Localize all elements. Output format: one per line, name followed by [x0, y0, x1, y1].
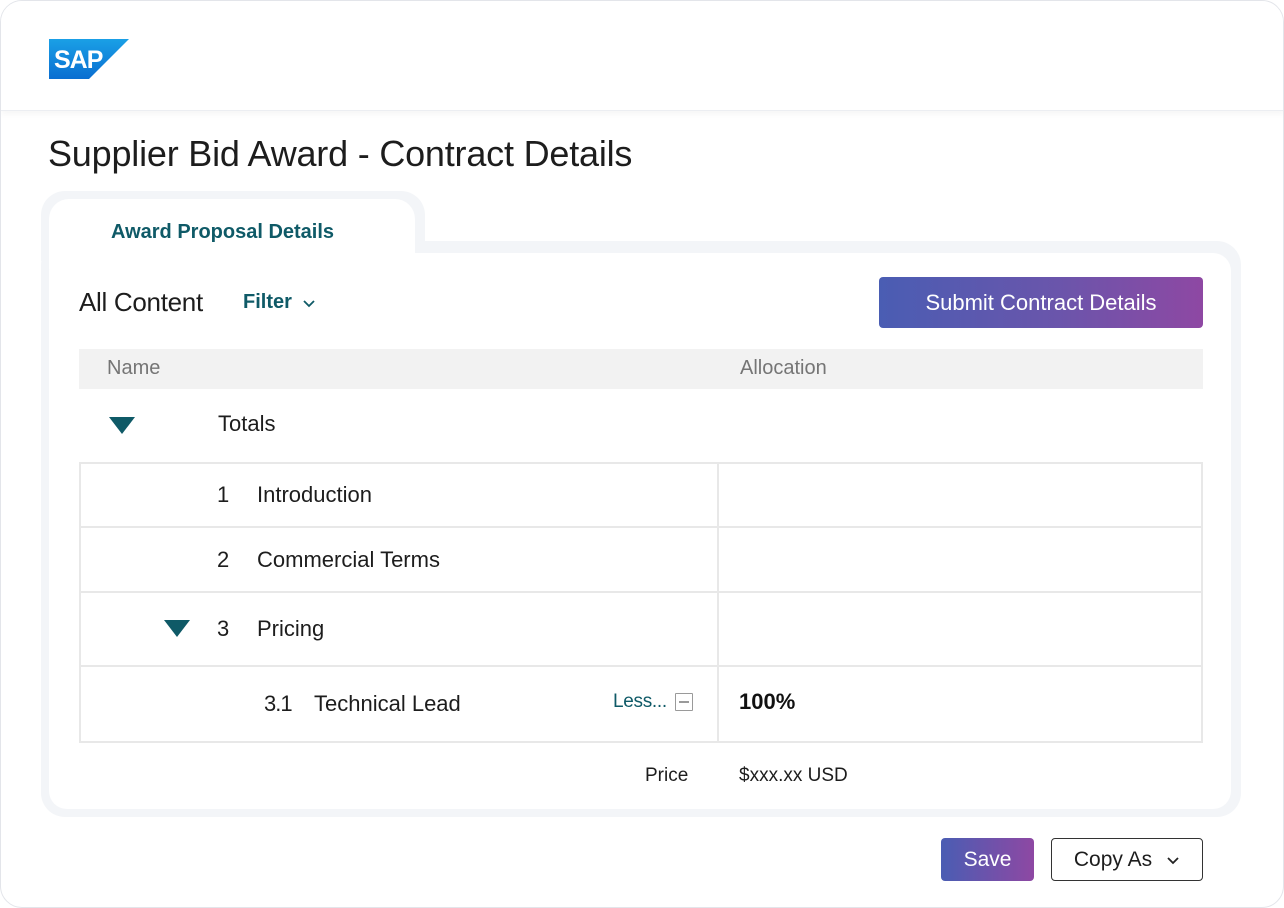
- row-label-introduction[interactable]: Introduction: [257, 482, 372, 508]
- filter-label: Filter: [243, 291, 292, 313]
- row-divider: [79, 591, 1203, 593]
- svg-text:SAP: SAP: [54, 46, 103, 74]
- row-number: 3.1: [264, 691, 293, 716]
- app-header: SAP: [1, 1, 1283, 111]
- submit-contract-details-button[interactable]: Submit Contract Details: [879, 277, 1203, 328]
- row-number: 2: [217, 547, 230, 572]
- copy-as-dropdown[interactable]: Copy As: [1051, 838, 1203, 881]
- row-divider: [79, 526, 1203, 528]
- column-header-name[interactable]: Name: [107, 357, 160, 380]
- price-value: $xxx.xx USD: [739, 765, 848, 786]
- row-label-commercial-terms[interactable]: Commercial Terms: [257, 547, 440, 573]
- tab-label[interactable]: Award Proposal Details: [111, 221, 334, 244]
- price-label: Price: [645, 765, 689, 786]
- row-divider: [79, 665, 1203, 667]
- filter-dropdown[interactable]: Filter: [243, 291, 316, 314]
- page-title: Supplier Bid Award - Contract Details: [48, 133, 633, 174]
- collapse-icon: [674, 693, 693, 711]
- allocation-value: 100%: [739, 689, 796, 714]
- column-header-allocation[interactable]: Allocation: [740, 357, 827, 380]
- chevron-down-icon: [303, 299, 315, 307]
- chevron-down-icon: [1167, 856, 1179, 864]
- totals-label: Totals: [218, 411, 276, 436]
- save-button[interactable]: Save: [941, 838, 1034, 881]
- section-title: All Content: [79, 287, 203, 317]
- row-label-technical-lead[interactable]: Technical Lead: [314, 691, 461, 717]
- expand-pricing-icon[interactable]: [164, 620, 190, 637]
- row-label-pricing[interactable]: Pricing: [257, 616, 324, 642]
- expand-totals-icon[interactable]: [109, 417, 135, 434]
- row-number: 1: [217, 482, 230, 507]
- less-label: Less...: [613, 691, 667, 712]
- table-header: [79, 349, 1203, 389]
- app-window: SAP Supplier Bid Award - Contract Detail…: [0, 0, 1284, 908]
- less-toggle[interactable]: Less...: [613, 691, 693, 713]
- column-divider: [717, 462, 719, 743]
- row-number: 3: [217, 616, 230, 641]
- copy-as-label: Copy As: [1073, 847, 1153, 871]
- sap-logo: SAP: [49, 39, 129, 79]
